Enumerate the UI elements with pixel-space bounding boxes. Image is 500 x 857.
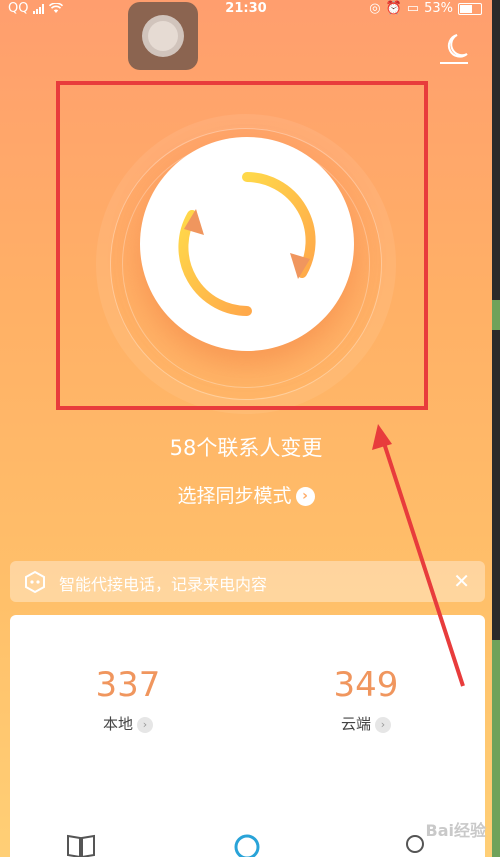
sync-mode-label: 选择同步模式 <box>177 485 292 507</box>
cloud-count: 349 <box>333 665 399 705</box>
book-tab-icon[interactable] <box>66 832 96 857</box>
status-right: ◎ ⏰ ▭ 53% <box>369 1 482 16</box>
select-sync-mode-link[interactable]: 选择同步模式 › <box>0 481 492 508</box>
chevron-right-icon: › <box>375 716 391 733</box>
notice-banner[interactable]: 智能代接电话，记录来电内容 ✕ <box>10 561 485 602</box>
rotation-lock-icon: ◎ <box>369 1 381 16</box>
chevron-right-icon: › <box>137 716 153 733</box>
highlight-annotation-box <box>56 81 428 410</box>
sync-tab-icon[interactable] <box>232 832 262 857</box>
battery-percent: 53% <box>424 1 453 16</box>
battery-icon <box>458 2 482 15</box>
chevron-right-icon: › <box>295 487 315 506</box>
cloud-stat[interactable]: 349 云端 › <box>286 665 446 734</box>
background-window-edge <box>492 0 500 857</box>
local-stat[interactable]: 337 本地 › <box>48 665 208 734</box>
robot-icon <box>25 570 45 594</box>
notice-text: 智能代接电话，记录来电内容 <box>59 575 268 594</box>
watermark-logo: Bai经验 <box>425 821 486 840</box>
screen-mirror-icon: ▭ <box>406 1 420 16</box>
local-label: 本地 <box>102 715 133 733</box>
app-screen: QQ 21:30 ◎ ⏰ ▭ 53% 58个联系人变更 选择同步模式 › 智能代… <box>0 0 500 857</box>
local-count: 337 <box>95 665 161 705</box>
night-mode-icon[interactable] <box>437 32 471 66</box>
alarm-icon: ⏰ <box>385 1 402 16</box>
stats-card <box>10 615 485 857</box>
assistive-touch-button[interactable] <box>128 2 198 70</box>
close-icon[interactable]: ✕ <box>453 569 470 593</box>
cloud-label: 云端 <box>340 715 371 733</box>
contacts-changed-text: 58个联系人变更 <box>169 436 323 460</box>
status-bar: QQ 21:30 ◎ ⏰ ▭ 53% <box>0 0 492 20</box>
